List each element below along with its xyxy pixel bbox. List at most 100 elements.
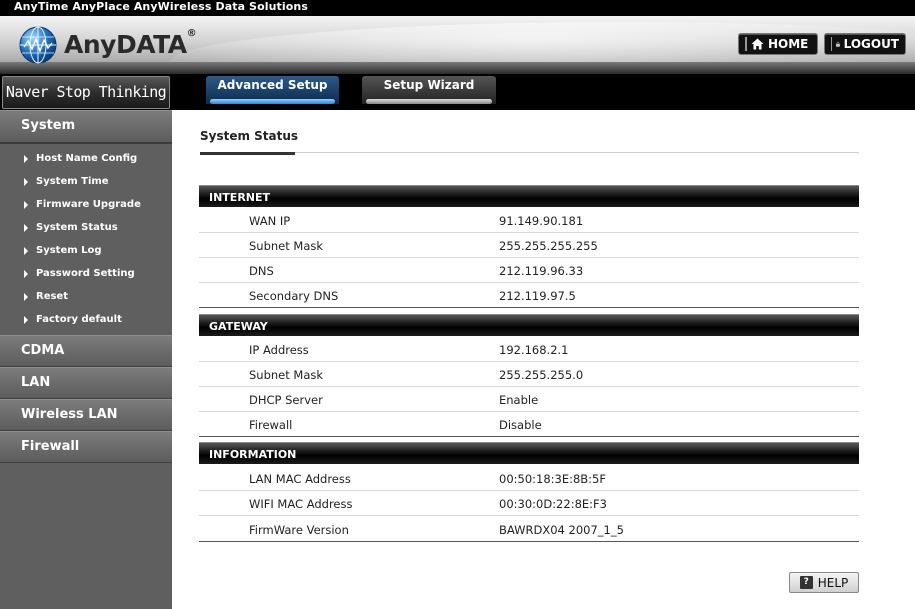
- row-label: DHCP Server: [249, 393, 323, 407]
- sidebar-item-label: Firmware Upgrade: [36, 199, 141, 210]
- sidebar-section-label: CDMA: [21, 343, 65, 358]
- row-value: 255.255.255.255: [499, 239, 598, 253]
- table-row: Secondary DNS 212.119.97.5: [199, 283, 859, 308]
- sidebar-item-factory-default[interactable]: Factory default: [0, 308, 172, 331]
- row-value: Enable: [499, 393, 539, 407]
- home-label: HOME: [768, 37, 809, 51]
- sidebar-item-firmware-upgrade[interactable]: Firmware Upgrade: [0, 193, 172, 216]
- sidebar-section-label: LAN: [21, 375, 51, 390]
- logout-label: LOGOUT: [843, 37, 899, 51]
- section-header-label: INTERNET: [209, 191, 271, 204]
- sidebar-section-cdma[interactable]: CDMA: [0, 335, 172, 367]
- sidebar-item-label: System Log: [36, 245, 102, 256]
- sidebar-item-reset[interactable]: Reset: [0, 285, 172, 308]
- tab-setup-wizard-label: Setup Wizard: [383, 78, 475, 92]
- triangle-right-icon: [24, 246, 28, 255]
- logo-text: AnyDATA: [64, 30, 187, 59]
- section-header-label: INFORMATION: [209, 448, 297, 461]
- sidebar-item-system-log[interactable]: System Log: [0, 239, 172, 262]
- triangle-right-icon: [24, 223, 28, 232]
- row-label: WIFI MAC Address: [249, 497, 353, 511]
- row-label: Firewall: [249, 418, 293, 432]
- sidebar-item-password-setting[interactable]: Password Setting: [0, 262, 172, 285]
- sidebar-section-label: System: [21, 118, 76, 133]
- question-icon: ?: [799, 576, 813, 589]
- table-row: WIFI MAC Address 00:30:0D:22:8E:F3: [199, 491, 859, 516]
- triangle-right-icon: [24, 200, 28, 209]
- home-button[interactable]: HOME: [738, 33, 818, 55]
- row-value: 255.255.255.0: [499, 368, 584, 382]
- section-header-gateway: GATEWAY: [199, 314, 859, 336]
- top-slogan-strip: AnyTime AnyPlace AnyWireless Data Soluti…: [0, 0, 915, 16]
- sidebar-item-system-time[interactable]: System Time: [0, 170, 172, 193]
- table-row: Subnet Mask 255.255.255.255: [199, 233, 859, 258]
- row-label: IP Address: [249, 343, 309, 357]
- top-slogan-text: AnyTime AnyPlace AnyWireless Data Soluti…: [14, 0, 308, 13]
- row-label: WAN IP: [249, 214, 291, 228]
- row-value: 192.168.2.1: [499, 343, 569, 357]
- tagline-text: Naver Stop Thinking: [5, 83, 167, 101]
- table-row: DHCP Server Enable: [199, 387, 859, 412]
- lock-icon: [835, 41, 840, 47]
- row-label: Subnet Mask: [249, 239, 324, 253]
- house-icon: [751, 38, 764, 50]
- row-label: FirmWare Version: [249, 523, 349, 537]
- table-row: Subnet Mask 255.255.255.0: [199, 362, 859, 387]
- sidebar-item-label: System Time: [36, 176, 109, 187]
- top-navigation: Naver Stop Thinking Advanced Setup Setup…: [0, 74, 915, 110]
- sidebar-item-host-name-config[interactable]: Host Name Config: [0, 147, 172, 170]
- section-header-label: GATEWAY: [209, 320, 268, 333]
- tagline-box: Naver Stop Thinking: [2, 76, 170, 109]
- header-banner: AnyDATA® HOME LOGOUT: [0, 16, 915, 74]
- sidebar-item-label: Factory default: [36, 314, 122, 325]
- sidebar-section-label: Firewall: [21, 439, 80, 454]
- tab-inactive-indicator: [366, 99, 492, 104]
- tab-advanced-setup-label: Advanced Setup: [217, 78, 328, 92]
- sidebar-section-label: Wireless LAN: [21, 407, 118, 422]
- page-title: System Status: [200, 129, 299, 143]
- table-row: IP Address 192.168.2.1: [199, 337, 859, 362]
- home-button-divider: [745, 37, 747, 51]
- logo-wordmark: AnyDATA®: [64, 28, 197, 59]
- title-divider: [200, 152, 859, 153]
- main-content: System Status INTERNET WAN IP 91.149.90.…: [172, 110, 915, 609]
- table-row: FirmWare Version BAWRDX04 2007_1_5: [199, 517, 859, 542]
- logout-button[interactable]: LOGOUT: [824, 33, 906, 55]
- tab-setup-wizard[interactable]: Setup Wizard: [362, 76, 496, 104]
- section-header-information: INFORMATION: [199, 442, 859, 464]
- triangle-right-icon: [24, 269, 28, 278]
- triangle-right-icon: [24, 154, 28, 163]
- tab-advanced-setup[interactable]: Advanced Setup: [206, 76, 339, 104]
- sidebar-section-wireless-lan[interactable]: Wireless LAN: [0, 399, 172, 431]
- sidebar-item-system-status[interactable]: System Status: [0, 216, 172, 239]
- sidebar-section-system[interactable]: System: [0, 110, 172, 144]
- row-label: Subnet Mask: [249, 368, 324, 382]
- row-value: 212.119.97.5: [499, 289, 576, 303]
- sidebar-section-lan[interactable]: LAN: [0, 367, 172, 399]
- logo-registered-mark: ®: [186, 28, 197, 39]
- row-value: 00:50:18:3E:8B:5F: [499, 472, 606, 486]
- sidebar: System Host Name Config System Time Firm…: [0, 110, 172, 609]
- row-label: DNS: [249, 264, 274, 278]
- help-button[interactable]: ? HELP: [789, 572, 859, 593]
- table-row: WAN IP 91.149.90.181: [199, 208, 859, 233]
- sidebar-section-firewall[interactable]: Firewall: [0, 431, 172, 463]
- help-label: HELP: [817, 575, 849, 590]
- row-label: LAN MAC Address: [249, 472, 351, 486]
- section-header-internet: INTERNET: [199, 185, 859, 207]
- sidebar-item-label: Host Name Config: [36, 153, 138, 164]
- globe-logo-icon: [19, 26, 57, 64]
- sidebar-item-label: Reset: [36, 291, 68, 302]
- sidebar-item-label: Password Setting: [36, 268, 135, 279]
- triangle-right-icon: [24, 315, 28, 324]
- row-label: Secondary DNS: [249, 289, 339, 303]
- title-underline: [200, 152, 295, 155]
- row-value: BAWRDX04 2007_1_5: [499, 523, 624, 537]
- row-value: 91.149.90.181: [499, 214, 584, 228]
- row-value: Disable: [499, 418, 542, 432]
- logout-button-divider: [831, 37, 832, 51]
- triangle-right-icon: [24, 177, 28, 186]
- sidebar-item-label: System Status: [36, 222, 118, 233]
- system-submenu: Host Name Config System Time Firmware Up…: [0, 144, 172, 335]
- table-row: Firewall Disable: [199, 412, 859, 437]
